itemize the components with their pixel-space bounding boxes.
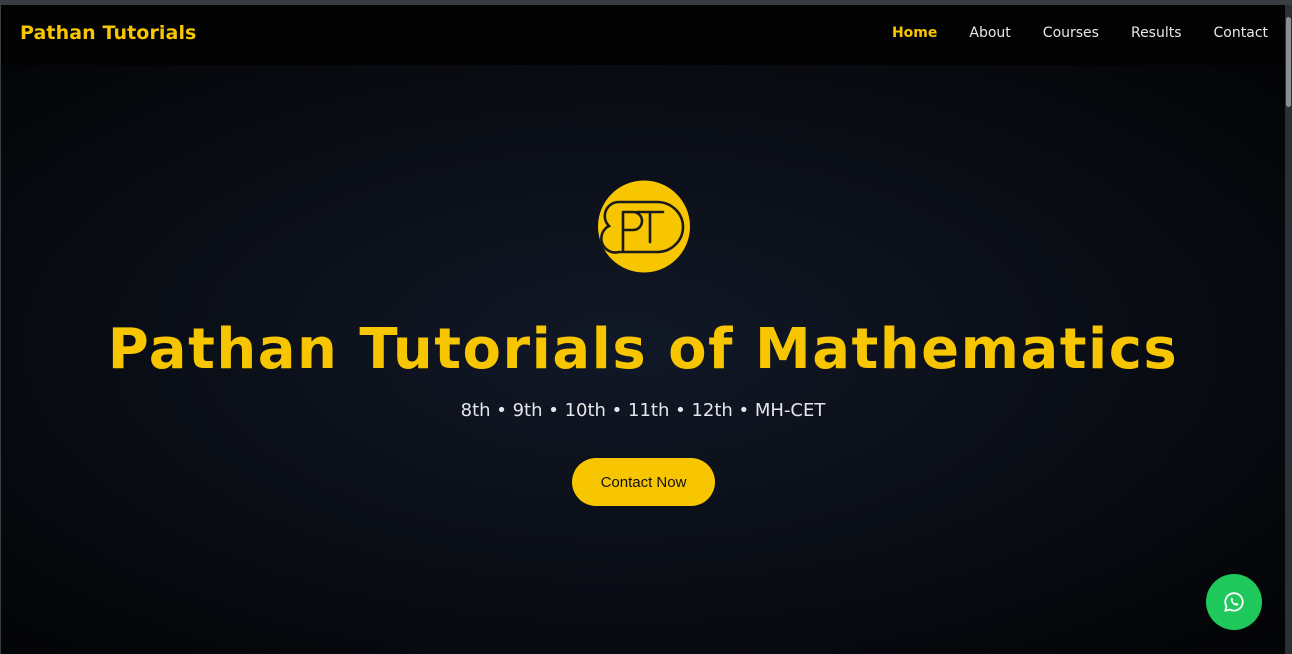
- contact-now-button[interactable]: Contact Now: [572, 458, 715, 506]
- nav-courses[interactable]: Courses: [1043, 25, 1099, 41]
- scrollbar-thumb[interactable]: [1286, 17, 1291, 107]
- hero-title: Pathan Tutorials of Mathematics: [107, 317, 1179, 382]
- hero-subtitle: 8th • 9th • 10th • 11th • 12th • MH-CET: [460, 400, 826, 421]
- nav-contact[interactable]: Contact: [1214, 25, 1268, 41]
- nav-home[interactable]: Home: [892, 25, 937, 41]
- whatsapp-button[interactable]: [1206, 574, 1262, 630]
- nav-results[interactable]: Results: [1131, 25, 1182, 41]
- pt-logo-icon: [597, 180, 691, 273]
- whatsapp-icon: [1224, 592, 1244, 612]
- nav-about[interactable]: About: [969, 25, 1010, 41]
- brand-logo-text[interactable]: Pathan Tutorials: [20, 22, 196, 44]
- page-scrollbar[interactable]: [1285, 5, 1292, 654]
- main-nav: Home About Courses Results Contact: [892, 25, 1268, 41]
- top-navbar: Pathan Tutorials Home About Courses Resu…: [1, 5, 1285, 65]
- page-viewport: Pathan Tutorials Home About Courses Resu…: [1, 5, 1285, 654]
